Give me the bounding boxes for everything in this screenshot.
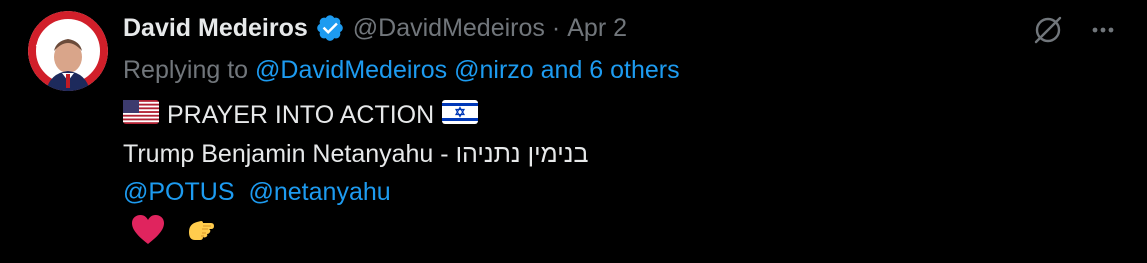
tweet-header: David Medeiros @DavidMedeiros · Apr 2 bbox=[123, 10, 627, 46]
tweet-text-prayer: PRAYER INTO ACTION bbox=[167, 101, 435, 129]
israel-flag-icon bbox=[442, 100, 479, 131]
verified-badge-icon[interactable] bbox=[315, 13, 345, 43]
us-flag-icon bbox=[123, 100, 159, 131]
and-others-link[interactable]: and 6 others bbox=[541, 56, 680, 84]
tweet-text-line-4 bbox=[123, 214, 233, 253]
more-options-icon[interactable] bbox=[1087, 14, 1119, 46]
tweet-text-line-2: Trump Benjamin Netanyahu - בנימין נתניהו bbox=[123, 140, 588, 169]
pointing-hand-icon bbox=[183, 214, 215, 253]
mention-nirzo[interactable]: @nirzo bbox=[454, 56, 534, 84]
separator-dot: · bbox=[551, 13, 561, 42]
tweet-text-line-3: @POTUS @netanyahu bbox=[123, 178, 391, 207]
mention-netanyahu[interactable]: @netanyahu bbox=[249, 178, 391, 207]
mention-potus[interactable]: @POTUS bbox=[123, 178, 235, 207]
author-handle[interactable]: @DavidMedeiros bbox=[353, 14, 545, 43]
tweet-text-line-1: PRAYER INTO ACTION bbox=[123, 100, 479, 131]
tweet-text-names: Trump Benjamin Netanyahu - בנימין נתניהו bbox=[123, 140, 589, 168]
post-date[interactable]: Apr 2 bbox=[567, 14, 627, 43]
replying-to-label: Replying to bbox=[123, 56, 249, 84]
red-heart-icon bbox=[131, 214, 165, 253]
tweet[interactable]: A.B.I. RESOURCES David Medeiros @DavidMe… bbox=[0, 0, 1147, 263]
avatar[interactable]: A.B.I. RESOURCES bbox=[28, 11, 108, 91]
mention-davidmedeiros[interactable]: @DavidMedeiros bbox=[255, 56, 447, 84]
author-name[interactable]: David Medeiros bbox=[123, 14, 308, 43]
replying-to: Replying to @DavidMedeiros @nirzo and 6 … bbox=[123, 56, 680, 85]
grok-icon[interactable] bbox=[1032, 14, 1064, 46]
avatar-image: A.B.I. RESOURCES bbox=[28, 11, 108, 91]
